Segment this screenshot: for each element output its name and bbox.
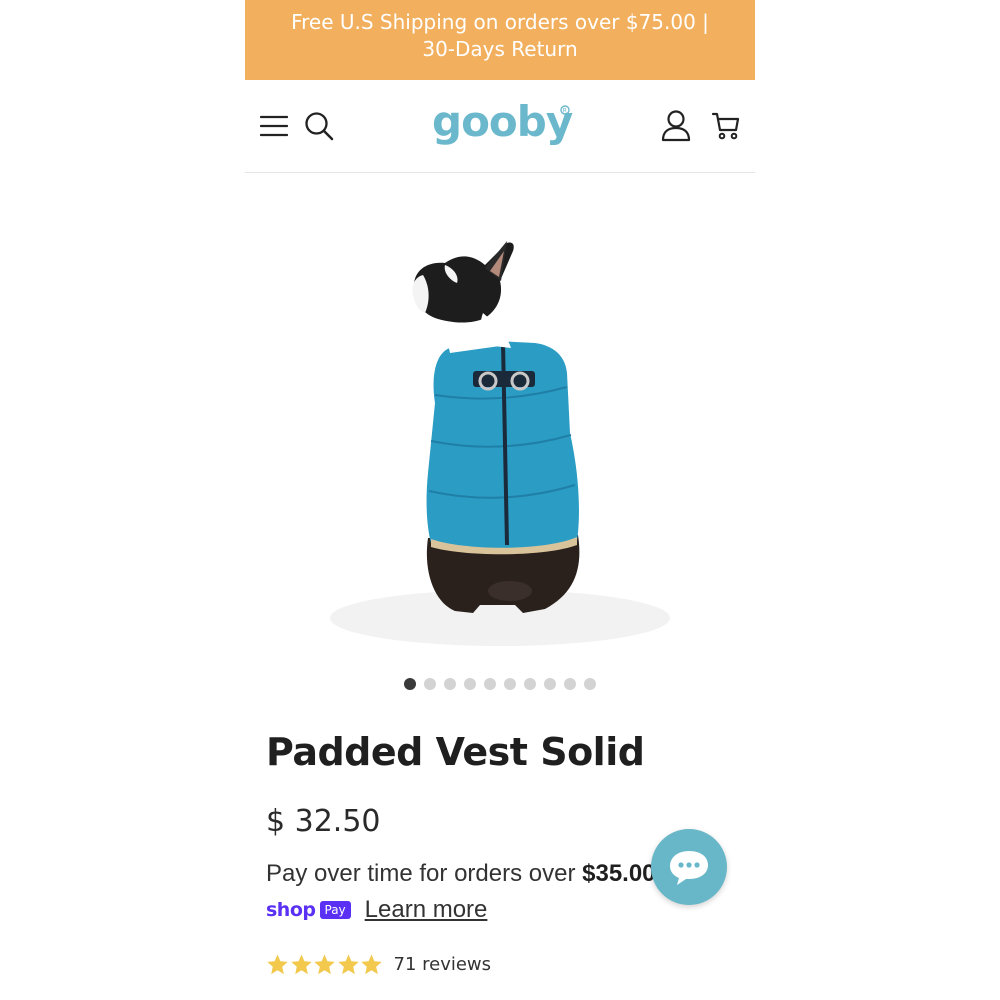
product-image[interactable] bbox=[245, 173, 755, 663]
gallery-dot[interactable] bbox=[464, 678, 476, 690]
gallery-dot[interactable] bbox=[564, 678, 576, 690]
gooby-logo[interactable]: gooby R bbox=[430, 97, 575, 150]
rating-stars bbox=[266, 953, 384, 976]
cart-icon[interactable] bbox=[706, 106, 746, 146]
menu-icon[interactable] bbox=[254, 106, 294, 146]
star-icon bbox=[290, 954, 312, 975]
gallery-dot[interactable] bbox=[504, 678, 516, 690]
star-icon bbox=[337, 954, 359, 975]
shoppay-badge: Pay bbox=[319, 901, 351, 919]
search-icon[interactable] bbox=[299, 106, 339, 146]
star-icon bbox=[267, 954, 288, 975]
learn-more-link[interactable]: Learn more bbox=[365, 896, 488, 924]
product-page: Free U.S Shipping on orders over $75.00 … bbox=[245, 0, 755, 1000]
account-icon[interactable] bbox=[656, 106, 696, 146]
gallery-dot[interactable] bbox=[524, 678, 536, 690]
gallery-pagination bbox=[245, 678, 755, 692]
product-title: Padded Vest Solid bbox=[266, 730, 645, 774]
announcement-text: Free U.S Shipping on orders over $75.00 … bbox=[291, 10, 709, 61]
svg-text:R: R bbox=[563, 107, 567, 114]
gallery-dot[interactable] bbox=[424, 678, 436, 690]
gallery-dot[interactable] bbox=[544, 678, 556, 690]
gallery-dot[interactable] bbox=[444, 678, 456, 690]
product-rating[interactable]: 71 reviews bbox=[266, 953, 491, 976]
chat-button[interactable] bbox=[651, 829, 727, 905]
gallery-dot[interactable] bbox=[404, 678, 416, 690]
shoppay-logo: shop bbox=[266, 899, 316, 921]
installment-message: Pay over time for orders over $35.00 bbox=[266, 860, 656, 888]
star-icon bbox=[361, 954, 382, 975]
svg-text:gooby: gooby bbox=[432, 100, 573, 146]
installment-amount: $35.00 bbox=[582, 860, 656, 887]
site-header: gooby R bbox=[245, 80, 755, 173]
shoppay-row: shop Pay Learn more bbox=[266, 894, 487, 926]
installment-prefix: Pay over time for orders over bbox=[266, 860, 576, 887]
gallery-dot[interactable] bbox=[584, 678, 596, 690]
gallery-dot[interactable] bbox=[484, 678, 496, 690]
star-icon bbox=[314, 954, 335, 975]
chat-bubble-icon bbox=[670, 851, 708, 885]
product-price: $ 32.50 bbox=[266, 804, 381, 839]
announcement-bar: Free U.S Shipping on orders over $75.00 … bbox=[245, 0, 755, 80]
reviews-count[interactable]: 71 reviews bbox=[394, 954, 492, 975]
